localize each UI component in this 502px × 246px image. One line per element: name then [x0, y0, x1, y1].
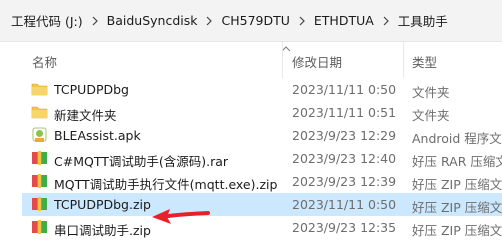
file-type: 文件夹 — [412, 108, 450, 123]
file-date: 2023/9/23 12:39 — [292, 174, 397, 189]
chevron-right-icon[interactable] — [85, 16, 105, 26]
folder-icon — [31, 106, 48, 119]
file-name: TCPUDPDbg — [54, 82, 129, 97]
column-divider[interactable] — [403, 42, 404, 78]
archive-icon — [32, 220, 47, 234]
chevron-right-icon[interactable] — [292, 16, 312, 26]
chevron-right-icon[interactable] — [376, 16, 396, 26]
breadcrumb-item-drive[interactable]: 工程代码 (J:) — [9, 8, 85, 33]
file-name: TCPUDPDbg.zip — [54, 197, 151, 212]
file-name: MQTT调试助手执行文件(mqtt.exe).zip — [54, 177, 278, 192]
breadcrumb: 工程代码 (J:) BaiduSyncdisk CH579DTU ETHDTUA… — [0, 0, 502, 42]
file-type: 好压 ZIP 压缩文 — [412, 200, 502, 215]
file-type: 文件夹 — [412, 85, 450, 100]
file-name: BLEAssist.apk — [54, 128, 141, 143]
file-date: 2023/11/11 0:50 — [292, 82, 397, 97]
file-name: C#MQTT调试助手(含源码).rar — [54, 154, 229, 169]
file-date: 2023/11/11 0:50 — [292, 197, 397, 212]
file-date: 2023/9/23 12:29 — [292, 128, 397, 143]
file-row-selected[interactable]: TCPUDPDbg.zip 2023/11/11 0:50 好压 ZIP 压缩文 — [22, 193, 502, 216]
archive-icon — [32, 151, 47, 165]
archive-icon — [32, 174, 47, 188]
file-type: 好压 ZIP 压缩文 — [412, 223, 502, 238]
apk-icon — [32, 127, 47, 142]
breadcrumb-item-current[interactable]: 工具助手 — [396, 8, 450, 33]
file-row[interactable]: MQTT调试助手执行文件(mqtt.exe).zip 2023/9/23 12:… — [22, 170, 502, 193]
column-header-name[interactable]: 名称 — [32, 52, 57, 71]
file-type: 好压 RAR 压缩文 — [412, 154, 502, 169]
file-row[interactable]: C#MQTT调试助手(含源码).rar 2023/9/23 12:40 好压 R… — [22, 147, 502, 170]
file-row[interactable]: BLEAssist.apk 2023/9/23 12:29 Android 程序… — [22, 124, 502, 147]
column-header-row: 名称 修改日期 类型 — [0, 42, 502, 78]
file-type: 好压 ZIP 压缩文 — [412, 177, 502, 192]
chevron-right-icon[interactable] — [199, 16, 219, 26]
file-name: 串口调试助手.zip — [54, 223, 151, 238]
file-row[interactable]: 新建文件夹 2023/11/11 0:51 文件夹 — [22, 101, 502, 124]
breadcrumb-item-ch579dtu[interactable]: CH579DTU — [219, 10, 291, 31]
folder-icon — [31, 83, 48, 96]
column-header-date[interactable]: 修改日期 — [292, 52, 342, 71]
column-header-type[interactable]: 类型 — [412, 52, 437, 71]
breadcrumb-item-baidusyncdisk[interactable]: BaiduSyncdisk — [105, 10, 200, 31]
column-divider[interactable] — [282, 42, 283, 78]
file-type: Android 程序文 — [412, 131, 502, 146]
file-date: 2023/11/11 0:51 — [292, 105, 397, 120]
file-row[interactable]: 串口调试助手.zip 2023/9/23 12:35 好压 ZIP 压缩文 — [22, 216, 502, 239]
file-date: 2023/9/23 12:35 — [292, 220, 397, 235]
file-name: 新建文件夹 — [54, 108, 117, 123]
file-explorer-window: 工程代码 (J:) BaiduSyncdisk CH579DTU ETHDTUA… — [0, 0, 502, 246]
file-date: 2023/9/23 12:40 — [292, 151, 397, 166]
file-row[interactable]: TCPUDPDbg 2023/11/11 0:50 文件夹 — [22, 78, 502, 101]
archive-icon — [32, 197, 47, 211]
red-arrow-annotation-icon — [152, 209, 210, 224]
breadcrumb-item-ethdtua[interactable]: ETHDTUA — [312, 10, 376, 31]
